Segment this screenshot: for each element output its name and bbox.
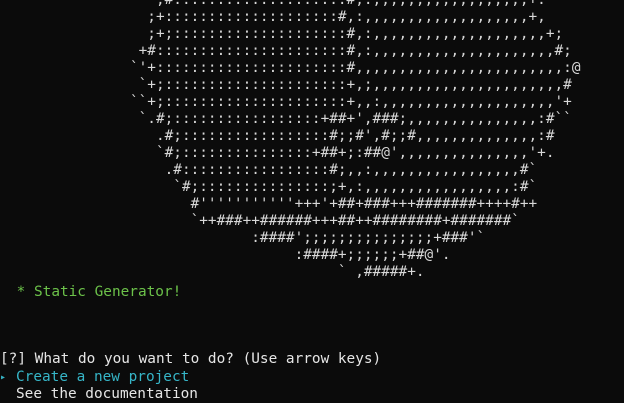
banner-text: * Static Generator! (8, 284, 182, 300)
option-see-documentation[interactable]: See the documentation (0, 386, 198, 403)
option-label: See the documentation (16, 386, 198, 402)
option-create-project[interactable]: ▸ Create a new project (0, 369, 198, 386)
prompt-question: [?] What do you want to do? (Use arrow k… (0, 351, 382, 367)
option-label: Create a new project (16, 369, 190, 385)
terminal-window: ;#::::::::::::::::::::#,:,,,,,,,,,,,,,,,… (0, 0, 624, 403)
ascii-art-logo: ;#::::::::::::::::::::#,:,,,,,,,,,,,,,,,… (129, 0, 581, 280)
pointer-icon: ▸ (0, 372, 7, 383)
option-list: ▸ Create a new project See the documentat… (0, 369, 198, 403)
